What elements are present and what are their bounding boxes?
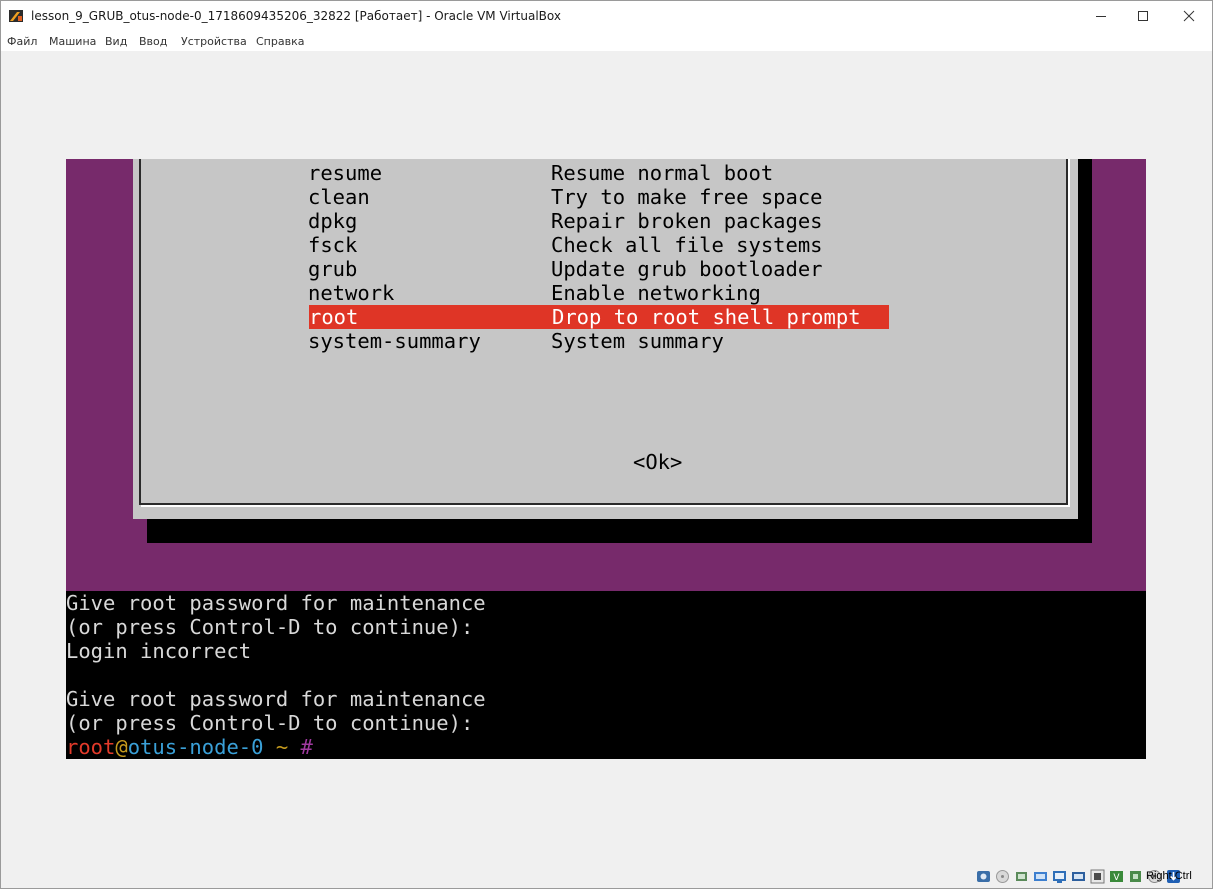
recovery-option-network[interactable]: network Enable networking xyxy=(308,281,888,305)
console-line: Give root password for maintenance xyxy=(66,687,486,711)
minimize-button[interactable] xyxy=(1078,1,1124,31)
maximize-icon xyxy=(1138,11,1148,21)
menu-bar: Файл Машина Вид Ввод Устройства Справка xyxy=(1,33,1212,51)
recovery-option-root[interactable]: root Drop to root shell prompt xyxy=(309,305,889,329)
option-description: Repair broken packages xyxy=(551,209,823,233)
status-bar: V Right Ctrl xyxy=(1,865,1212,888)
recovery-option-dpkg[interactable]: dpkg Repair broken packages xyxy=(308,209,888,233)
prompt-user: root xyxy=(66,735,116,759)
title-bar: lesson_9_GRUB_otus-node-0_1718609435206_… xyxy=(1,1,1212,33)
option-key: dpkg xyxy=(308,209,358,233)
vm-screen[interactable]: resume Resume normal boot clean Try to m… xyxy=(66,159,1146,759)
option-description: Check all file systems xyxy=(551,233,823,257)
menu-devices[interactable]: Устройства xyxy=(181,35,247,48)
shared-folders-icon[interactable] xyxy=(1070,868,1087,885)
option-description: Enable networking xyxy=(551,281,761,305)
option-key: network xyxy=(308,281,395,305)
menu-view[interactable]: Вид xyxy=(105,35,127,48)
virtualbox-window: lesson_9_GRUB_otus-node-0_1718609435206_… xyxy=(0,0,1213,889)
recovery-option-fsck[interactable]: fsck Check all file systems xyxy=(308,233,888,257)
network-icon[interactable] xyxy=(1032,868,1049,885)
option-description: Update grub bootloader xyxy=(551,257,823,281)
option-key: grub xyxy=(308,257,358,281)
console-output: Give root password for maintenance (or p… xyxy=(66,591,1146,759)
option-description: Drop to root shell prompt xyxy=(552,305,861,329)
option-key: root xyxy=(309,305,359,329)
menu-help[interactable]: Справка xyxy=(256,35,304,48)
recovery-menu-dialog: resume Resume normal boot clean Try to m… xyxy=(133,159,1078,519)
window-title: lesson_9_GRUB_otus-node-0_1718609435206_… xyxy=(31,9,561,23)
svg-text:V: V xyxy=(1113,873,1120,883)
menu-file[interactable]: Файл xyxy=(7,35,37,48)
usb-icon[interactable] xyxy=(1051,868,1068,885)
option-description: System summary xyxy=(551,329,724,353)
close-icon xyxy=(1183,10,1195,22)
console-line: Give root password for maintenance xyxy=(66,591,486,615)
menu-machine[interactable]: Машина xyxy=(49,35,96,48)
recovery-option-grub[interactable]: grub Update grub bootloader xyxy=(308,257,888,281)
recovery-option-clean[interactable]: clean Try to make free space xyxy=(308,185,888,209)
option-description: Resume normal boot xyxy=(551,161,774,185)
cpu-icon[interactable] xyxy=(1127,868,1144,885)
option-key: fsck xyxy=(308,233,358,257)
maximize-button[interactable] xyxy=(1120,1,1166,31)
vm-display-area: resume Resume normal boot clean Try to m… xyxy=(1,51,1212,865)
video-capture-icon[interactable]: V xyxy=(1108,868,1125,885)
close-button[interactable] xyxy=(1166,1,1212,31)
recovery-option-resume[interactable]: resume Resume normal boot xyxy=(308,161,888,185)
minimize-icon xyxy=(1096,16,1106,17)
recovery-option-system-summary[interactable]: system-summary System summary xyxy=(308,329,888,353)
prompt-path: ~ xyxy=(263,735,301,759)
audio-icon[interactable] xyxy=(1013,868,1030,885)
console-line: (or press Control-D to continue): xyxy=(66,615,474,639)
option-description: Try to make free space xyxy=(551,185,823,209)
hard-disk-icon[interactable] xyxy=(975,868,992,885)
option-key: resume xyxy=(308,161,383,185)
prompt-host: otus-node-0 xyxy=(127,735,264,759)
console-line: Login incorrect xyxy=(66,639,252,663)
option-key: clean xyxy=(308,185,370,209)
display-icon[interactable] xyxy=(1089,868,1106,885)
menu-input[interactable]: Ввод xyxy=(139,35,167,48)
host-key-label: Right Ctrl xyxy=(1146,870,1192,882)
option-key: system-summary xyxy=(308,329,481,353)
prompt-symbol: # xyxy=(300,735,313,759)
virtualbox-app-icon xyxy=(9,10,23,22)
prompt-at: @ xyxy=(115,735,128,759)
ok-button[interactable]: <Ok> xyxy=(633,450,682,474)
optical-drive-icon[interactable] xyxy=(994,868,1011,885)
shell-prompt[interactable]: root@otus-node-0 ~ # xyxy=(66,735,1146,759)
console-line: (or press Control-D to continue): xyxy=(66,711,474,735)
